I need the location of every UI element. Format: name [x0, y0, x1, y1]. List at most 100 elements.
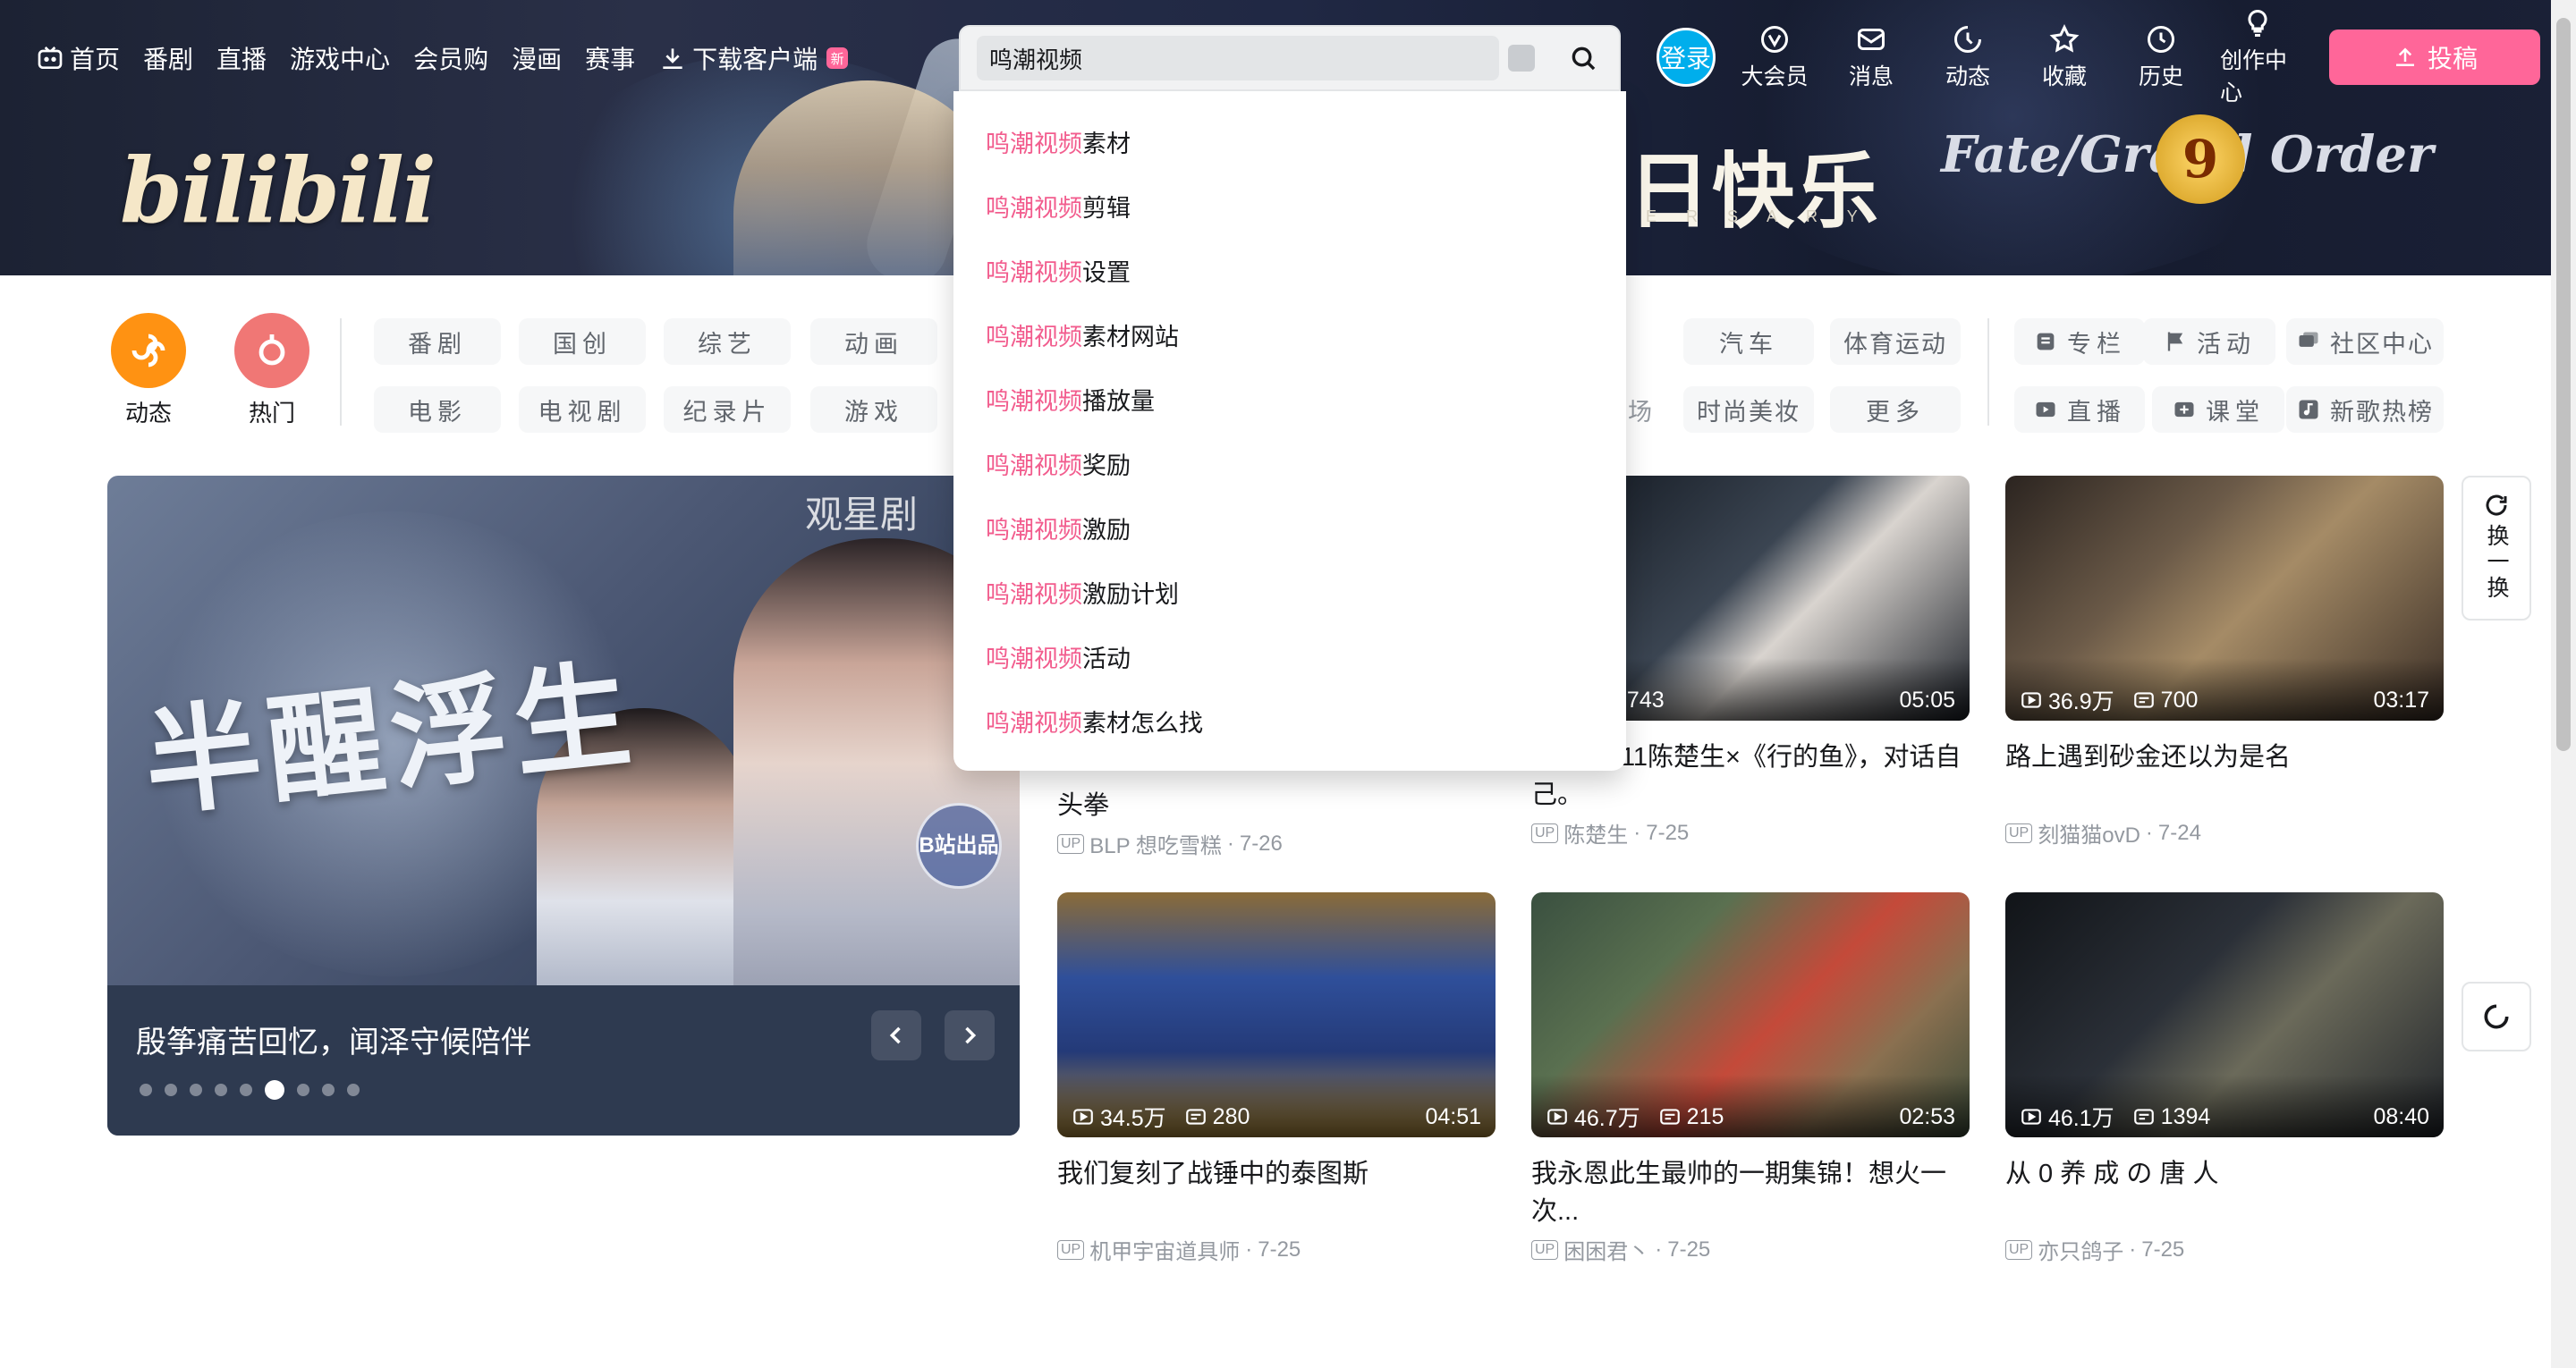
channel-variety[interactable]: 综艺	[664, 318, 791, 365]
carousel-dot[interactable]	[190, 1084, 202, 1096]
channel-more[interactable]: 更多	[1830, 386, 1961, 433]
video-thumbnail[interactable]: 46.7万 215 02:53	[1531, 892, 1970, 1137]
channel-community[interactable]: 社区中心	[2286, 318, 2444, 365]
video-card[interactable]: 46.7万 215 02:53 我永恩此生最帅的一期集锦！想火一次... UP …	[1531, 892, 1970, 1265]
channel-movie[interactable]: 电影	[374, 386, 501, 433]
video-title[interactable]: 我们复刻了战锤中的泰图斯	[1057, 1155, 1496, 1230]
video-card[interactable]: 34.5万 280 04:51 我们复刻了战锤中的泰图斯 UP 机甲宇宙道具师 ·…	[1057, 892, 1496, 1265]
carousel-dot[interactable]	[322, 1084, 335, 1096]
suggestion-item[interactable]: 鸣潮视频 剪辑	[953, 173, 1626, 238]
creator-center-button[interactable]: 创作中心	[2220, 7, 2295, 107]
channel-dynamic[interactable]: 动态	[109, 313, 188, 428]
nav-game-center[interactable]: 游戏中心	[290, 40, 390, 76]
suggestion-item[interactable]: 鸣潮视频 素材网站	[953, 302, 1626, 367]
suggestion-item[interactable]: 鸣潮视频 素材怎么找	[953, 688, 1626, 753]
carousel-prev-button[interactable]	[871, 1010, 921, 1060]
channel-music-chart[interactable]: 新歌热榜	[2286, 386, 2444, 433]
video-thumbnail[interactable]: 34.5万 280 04:51	[1057, 892, 1496, 1137]
tv-icon	[38, 46, 63, 69]
video-title[interactable]: 我永恩此生最帅的一期集锦！想火一次...	[1531, 1155, 1970, 1230]
channel-partial[interactable]: 场	[1628, 386, 1653, 433]
bilibili-logo[interactable]: bilibili	[116, 125, 438, 255]
channel-animation[interactable]: 动画	[810, 318, 937, 365]
search-input[interactable]	[977, 36, 1499, 80]
vip-button[interactable]: 大会员	[1737, 23, 1812, 91]
nav-home[interactable]: 首页	[36, 40, 120, 76]
search-button[interactable]	[1556, 33, 1610, 83]
carousel-next-button[interactable]	[945, 1010, 995, 1060]
messages-button[interactable]: 消息	[1834, 23, 1909, 91]
history-button[interactable]: 历史	[2123, 23, 2199, 91]
uploader-name[interactable]: 亦只鸽子	[2038, 1234, 2123, 1265]
nav-live[interactable]: 直播	[216, 40, 267, 76]
uploader-name[interactable]: BLP 想吃雪糕	[1089, 828, 1222, 859]
carousel-dot[interactable]	[265, 1080, 284, 1100]
video-duration: 08:40	[2373, 1103, 2429, 1129]
channel-game[interactable]: 游戏	[810, 386, 937, 433]
channel-guochuang[interactable]: 国创	[519, 318, 646, 365]
carousel-dot[interactable]	[347, 1084, 360, 1096]
video-stats: 34.5万 280 04:51	[1057, 1075, 1496, 1137]
video-card[interactable]: 46.1万 1394 08:40 从 0 养 成 の 唐 人 UP 亦只鸽子 · 7…	[2005, 892, 2444, 1265]
login-avatar[interactable]: 登录	[1657, 28, 1716, 87]
uploader-name[interactable]: 刻猫猫ovD	[2038, 817, 2140, 849]
uploader-name[interactable]: 困困君丶	[1563, 1234, 1649, 1265]
video-thumbnail[interactable]: 46.1万 1394 08:40	[2005, 892, 2444, 1137]
refresh-feed-button[interactable]: 换一换	[2462, 476, 2531, 621]
featured-carousel[interactable]: 半醒浮生 观星剧 B站出品 殷筝痛苦回忆，闻泽守候陪伴	[107, 476, 1020, 1136]
channel-tv[interactable]: 电视剧	[519, 386, 646, 433]
carousel-caption[interactable]: 殷筝痛苦回忆，闻泽守候陪伴	[136, 1018, 816, 1061]
uploader-name[interactable]: 陈楚生	[1563, 817, 1628, 849]
dynamics-button[interactable]: 动态	[1930, 23, 2005, 91]
music-icon	[2299, 400, 2318, 419]
suggestion-item[interactable]: 鸣潮视频 素材	[953, 109, 1626, 173]
upload-date: 7-25	[2141, 1237, 2185, 1262]
suggestion-item[interactable]: 鸣潮视频 激励计划	[953, 560, 1626, 624]
video-duration: 03:17	[2373, 687, 2429, 713]
carousel-dot[interactable]	[165, 1084, 177, 1096]
uploader-name[interactable]: 机甲宇宙道具师	[1089, 1234, 1240, 1265]
suggestion-item[interactable]: 鸣潮视频 奖励	[953, 431, 1626, 495]
channel-column[interactable]: 专栏	[2014, 318, 2145, 365]
back-to-top-button[interactable]	[2462, 982, 2531, 1051]
carousel-dot[interactable]	[215, 1084, 227, 1096]
channel-anime[interactable]: 番剧	[374, 318, 501, 365]
favorites-button[interactable]: 收藏	[2027, 23, 2102, 91]
channel-classroom[interactable]: 课堂	[2152, 386, 2284, 433]
meta-separator: ·	[1226, 831, 1234, 856]
bulb-icon	[2248, 9, 2267, 37]
chevron-left-icon	[889, 1026, 901, 1044]
nav-download-client[interactable]: 下载客户端 新	[658, 40, 849, 76]
nav-mall[interactable]: 会员购	[413, 40, 488, 76]
channel-sports[interactable]: 体育运动	[1830, 318, 1961, 365]
channel-car[interactable]: 汽车	[1683, 318, 1814, 365]
video-title[interactable]: 从 0 养 成 の 唐 人	[2005, 1155, 2444, 1230]
suggestion-rest: 素材怎么找	[1082, 709, 1203, 737]
video-title[interactable]: 路上遇到砂金还以为是名	[2005, 739, 2444, 814]
channel-activity[interactable]: 活动	[2143, 318, 2275, 365]
video-card[interactable]: 36.9万 700 03:17 路上遇到砂金还以为是名 UP 刻猫猫ovD · 7-…	[2005, 476, 2444, 849]
nav-esports[interactable]: 赛事	[585, 40, 635, 76]
suggestion-item[interactable]: 鸣潮视频 播放量	[953, 367, 1626, 431]
carousel-dot[interactable]	[140, 1084, 152, 1096]
carousel-dot[interactable]	[240, 1084, 252, 1096]
nav-anime[interactable]: 番剧	[143, 40, 193, 76]
suggestion-highlight: 鸣潮视频	[986, 323, 1082, 350]
carousel-dot[interactable]	[297, 1084, 309, 1096]
video-thumbnail[interactable]: 36.9万 700 03:17	[2005, 476, 2444, 721]
nav-mall-label: 会员购	[413, 46, 489, 73]
channel-documentary[interactable]: 纪录片	[664, 386, 791, 433]
channel-hot[interactable]: 热门	[233, 313, 311, 428]
scrollbar-thumb[interactable]	[2556, 18, 2571, 751]
suggestion-item[interactable]: 鸣潮视频 活动	[953, 624, 1626, 688]
nav-manga[interactable]: 漫画	[512, 40, 562, 76]
page-scrollbar[interactable]	[2551, 0, 2576, 1368]
channel-fashion[interactable]: 时尚美妆	[1683, 386, 1814, 433]
carousel-studio-logo: 观星剧	[805, 494, 919, 536]
channel-live[interactable]: 直播	[2014, 386, 2145, 433]
clear-search-button[interactable]	[1508, 45, 1535, 72]
suggestion-item[interactable]: 鸣潮视频 设置	[953, 238, 1626, 302]
suggestion-item[interactable]: 鸣潮视频 激励	[953, 495, 1626, 560]
upload-button[interactable]: 投稿	[2329, 30, 2540, 85]
view-count: 34.5万	[1072, 1101, 1166, 1133]
